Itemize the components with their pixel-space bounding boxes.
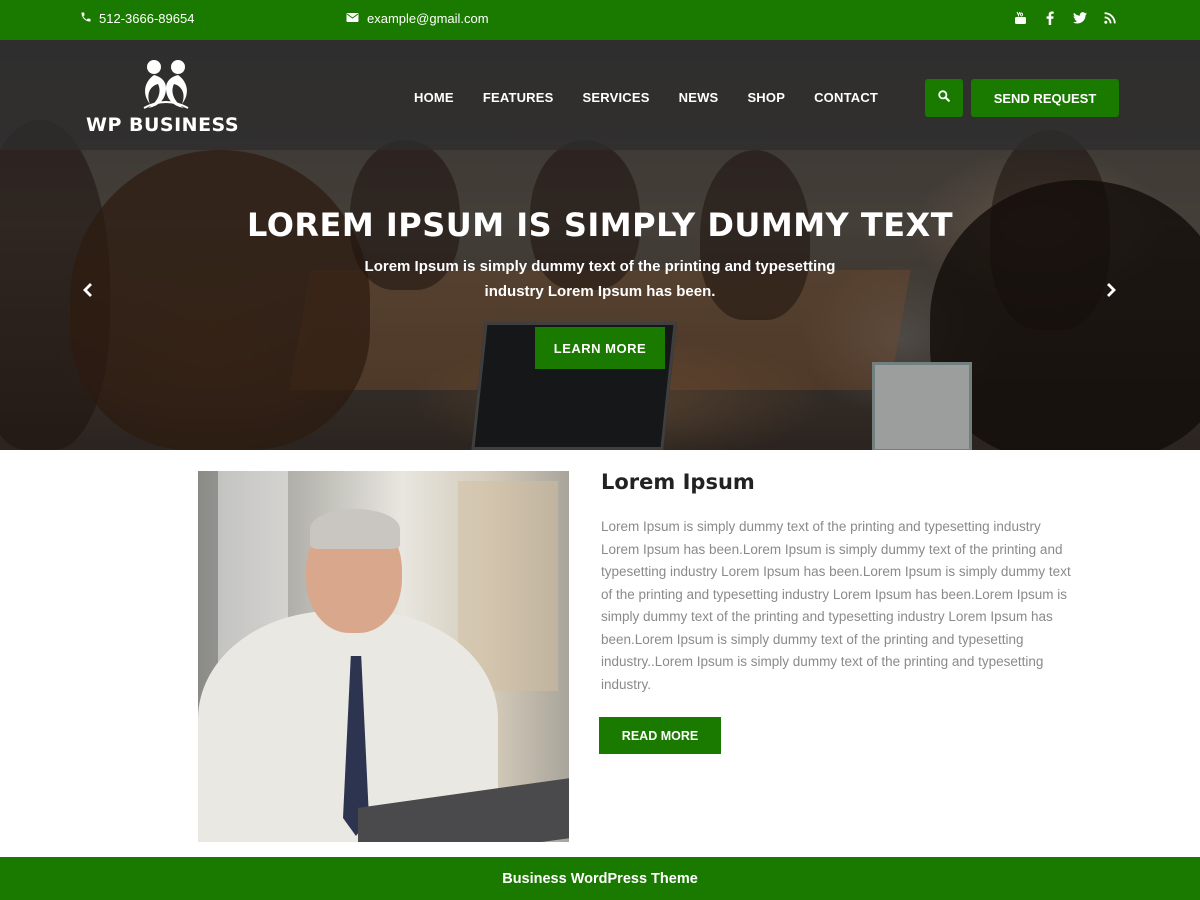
footer-credit[interactable]: Business WordPress Theme bbox=[502, 871, 698, 887]
search-button[interactable] bbox=[925, 79, 963, 117]
nav-contact[interactable]: CONTACT bbox=[814, 90, 878, 105]
site-footer: Business WordPress Theme bbox=[0, 857, 1200, 900]
brand-name: WP BUSINESS bbox=[86, 114, 240, 136]
slider-next-button[interactable] bbox=[1101, 282, 1121, 302]
email-address: example@gmail.com bbox=[367, 11, 489, 26]
about-title: Lorem Ipsum bbox=[601, 470, 755, 494]
logo-mark-icon bbox=[136, 58, 196, 112]
chevron-left-icon bbox=[83, 282, 93, 302]
read-more-button[interactable]: READ MORE bbox=[599, 717, 721, 754]
youtube-icon[interactable] bbox=[1012, 10, 1028, 26]
slide-title: LOREM IPSUM IS SIMPLY DUMMY TEXT bbox=[246, 206, 954, 244]
send-request-button[interactable]: SEND REQUEST bbox=[971, 79, 1119, 117]
phone-icon bbox=[80, 11, 92, 26]
rss-icon[interactable] bbox=[1102, 10, 1118, 26]
envelope-icon bbox=[346, 11, 359, 26]
top-bar: 512-3666-89654 example@gmail.com bbox=[0, 0, 1200, 40]
nav-services[interactable]: SERVICES bbox=[583, 90, 650, 105]
site-logo[interactable]: WP BUSINESS bbox=[86, 58, 246, 136]
phone-number: 512-3666-89654 bbox=[99, 11, 195, 26]
email-contact[interactable]: example@gmail.com bbox=[346, 11, 489, 26]
search-icon bbox=[938, 89, 950, 107]
slide-text: Lorem Ipsum is simply dummy text of the … bbox=[364, 258, 836, 300]
nav-features[interactable]: FEATURES bbox=[483, 90, 554, 105]
nav-home[interactable]: HOME bbox=[414, 90, 454, 105]
learn-more-button[interactable]: LEARN MORE bbox=[535, 327, 665, 369]
nav-shop[interactable]: SHOP bbox=[747, 90, 785, 105]
twitter-icon[interactable] bbox=[1072, 10, 1088, 26]
nav-news[interactable]: NEWS bbox=[679, 90, 719, 105]
about-image bbox=[198, 471, 569, 842]
facebook-icon[interactable] bbox=[1042, 10, 1058, 26]
slider-prev-button[interactable] bbox=[78, 282, 98, 302]
main-navigation: HOME FEATURES SERVICES NEWS SHOP CONTACT bbox=[414, 90, 878, 105]
social-links bbox=[1012, 10, 1118, 26]
about-text: Lorem Ipsum is simply dummy text of the … bbox=[601, 519, 1071, 692]
photo-person-hair bbox=[310, 509, 400, 549]
phone-contact[interactable]: 512-3666-89654 bbox=[80, 11, 194, 26]
chevron-right-icon bbox=[1106, 282, 1116, 302]
